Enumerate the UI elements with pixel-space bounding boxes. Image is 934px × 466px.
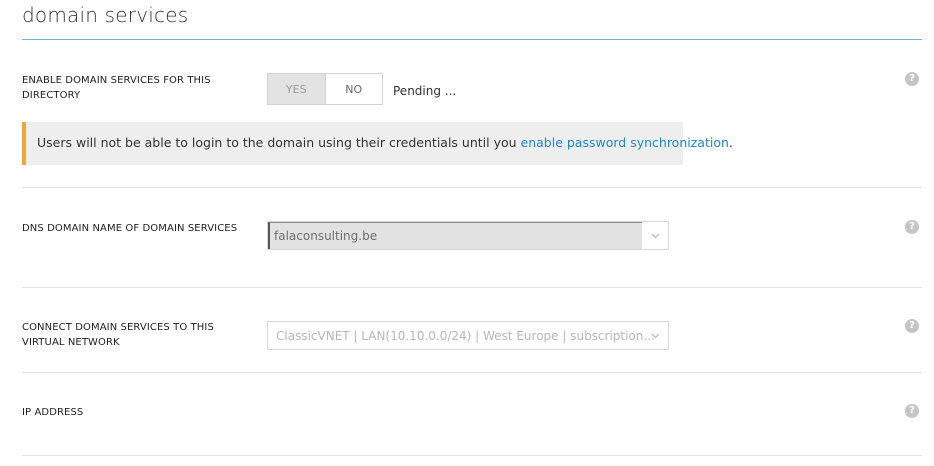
toggle-yes-option[interactable]: YES: [268, 74, 326, 104]
warning-text-after: .: [728, 135, 733, 150]
section-divider: [22, 187, 922, 188]
title-divider: [22, 39, 922, 40]
help-icon[interactable]: ?: [905, 220, 919, 234]
help-icon[interactable]: ?: [905, 404, 919, 418]
section-divider: [22, 372, 922, 373]
section-divider: [22, 455, 922, 456]
enable-domain-services-label: ENABLE DOMAIN SERVICES FOR THIS DIRECTOR…: [22, 75, 211, 101]
enable-password-sync-link[interactable]: enable password synchronization: [521, 135, 729, 150]
pending-status: Pending ...: [393, 84, 457, 98]
chevron-down-icon[interactable]: [642, 322, 668, 349]
password-sync-warning: Users will not be able to login to the d…: [22, 122, 733, 165]
connect-vnet-label: CONNECT DOMAIN SERVICES TO THIS VIRTUAL …: [22, 322, 214, 348]
dns-domain-name-label: DNS DOMAIN NAME OF DOMAIN SERVICES: [22, 223, 238, 234]
virtual-network-dropdown[interactable]: ClassicVNET | LAN(10.10.0.0/24) | West E…: [267, 321, 669, 350]
chevron-down-icon[interactable]: [642, 222, 668, 249]
warning-text-before: Users will not be able to login to the d…: [37, 135, 521, 150]
warning-text: Users will not be able to login to the d…: [37, 135, 733, 150]
page-title: domain services: [22, 3, 189, 27]
section-divider: [22, 287, 922, 288]
ip-address-label: IP ADDRESS: [22, 407, 84, 418]
dns-domain-name-dropdown[interactable]: falaconsulting.be: [267, 221, 669, 250]
toggle-no-option[interactable]: NO: [325, 74, 382, 104]
enable-domain-services-toggle[interactable]: YES NO: [267, 73, 383, 105]
help-icon[interactable]: ?: [905, 72, 919, 86]
dns-domain-name-value: falaconsulting.be: [274, 229, 378, 243]
help-icon[interactable]: ?: [905, 319, 919, 333]
virtual-network-value: ClassicVNET | LAN(10.10.0.0/24) | West E…: [276, 329, 655, 343]
